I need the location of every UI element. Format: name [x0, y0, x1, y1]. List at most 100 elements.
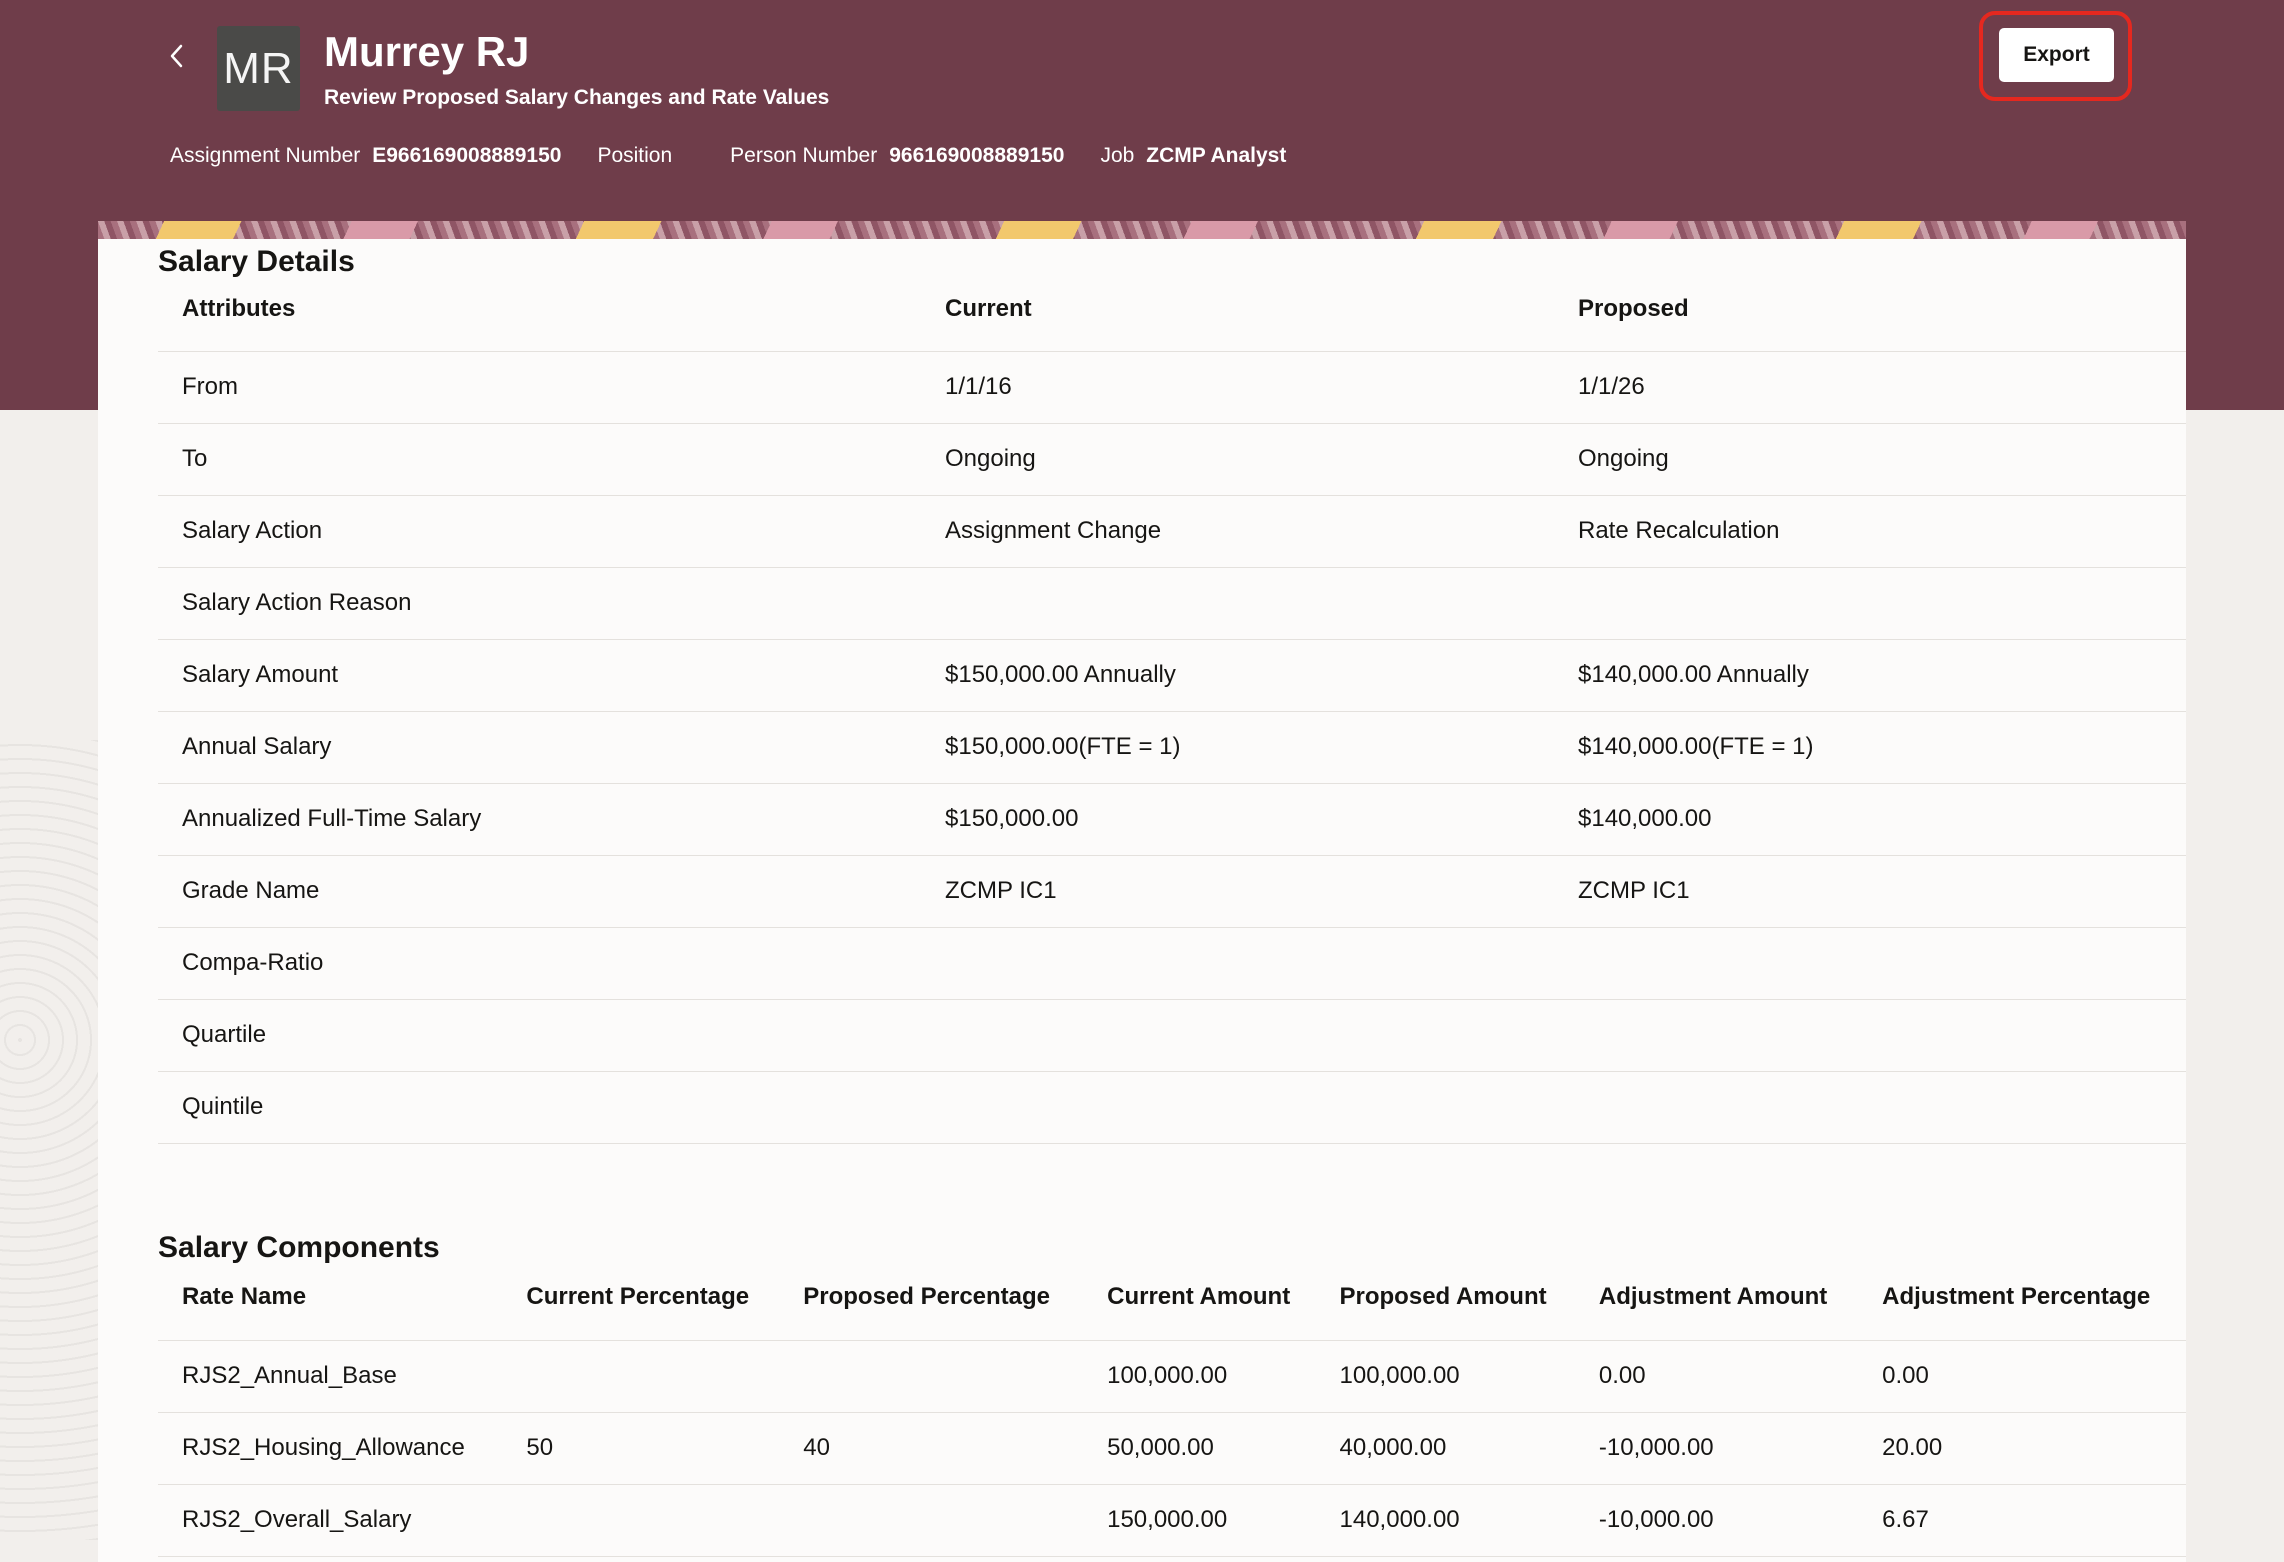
- meta-label: Job: [1100, 144, 1135, 167]
- column-header: Proposed: [1554, 259, 2186, 352]
- table-row: RJS2_Annual_Base 100,000.00 100,000.00 0.00…: [158, 1340, 2186, 1413]
- table-cell: Annual Salary: [158, 711, 921, 784]
- decorative-banner: [98, 221, 2186, 239]
- column-header: Rate Name: [158, 1248, 503, 1341]
- table-cell: 20.00: [1858, 1412, 2186, 1485]
- table-cell: 40,000.00: [1315, 1412, 1575, 1485]
- table-row: Grade Name ZCMP IC1 ZCMP IC1: [158, 855, 2186, 928]
- table-cell: 0.00: [1574, 1340, 1859, 1413]
- table-cell: [1554, 1071, 2186, 1144]
- table-cell: To: [158, 423, 921, 496]
- table-cell: [1554, 999, 2186, 1072]
- meta-job: Job ZCMP Analyst: [1100, 144, 1286, 168]
- table-header-row: Rate Name Current Percentage Proposed Perc…: [158, 1248, 2186, 1341]
- salary-details-table: Attributes Current Proposed From 1/1/16 1/…: [158, 259, 2186, 1144]
- table-cell: Quartile: [158, 999, 921, 1072]
- table-cell: Rate Recalculation: [1554, 495, 2186, 568]
- table-cell: [921, 999, 1554, 1072]
- export-button[interactable]: Export: [1999, 28, 2114, 82]
- column-header: Proposed Percentage: [779, 1248, 1084, 1341]
- table-cell: $140,000.00: [1554, 783, 2186, 856]
- meta-label: Position: [597, 144, 673, 167]
- table-cell: $150,000.00(FTE = 1): [921, 711, 1554, 784]
- table-cell: Salary Amount: [158, 639, 921, 712]
- salary-components-table: Rate Name Current Percentage Proposed Perc…: [158, 1248, 2186, 1557]
- table-row: Compa-Ratio: [158, 927, 2186, 1000]
- table-cell: 100,000.00: [1083, 1340, 1316, 1413]
- table-cell: $150,000.00 Annually: [921, 639, 1554, 712]
- column-header: Adjustment Percentage: [1858, 1248, 2186, 1341]
- table-row: Quintile: [158, 1071, 2186, 1144]
- table-row: Salary Action Reason: [158, 567, 2186, 640]
- table-cell: Ongoing: [921, 423, 1554, 496]
- meta-assignment-number: Assignment Number E966169008889150: [170, 144, 561, 168]
- table-row: Salary Action Assignment Change Rate Recal…: [158, 495, 2186, 568]
- table-header-row: Attributes Current Proposed: [158, 259, 2186, 352]
- page-subtitle: Review Proposed Salary Changes and Rate …: [324, 86, 830, 109]
- table-cell: Salary Action Reason: [158, 567, 921, 640]
- column-header: Adjustment Amount: [1574, 1248, 1859, 1341]
- meta-label: Person Number: [730, 144, 878, 167]
- table-cell: 6.67: [1858, 1484, 2186, 1557]
- content-card: Salary Details Attributes Current Propos…: [98, 221, 2186, 1562]
- meta-value: ZCMP Analyst: [1146, 144, 1287, 167]
- table-row: To Ongoing Ongoing: [158, 423, 2186, 496]
- table-cell: 0.00: [1858, 1340, 2186, 1413]
- table-cell: Quintile: [158, 1071, 921, 1144]
- meta-value: E966169008889150: [372, 144, 562, 167]
- column-header: Current Amount: [1083, 1248, 1316, 1341]
- table-cell: 1/1/26: [1554, 351, 2186, 424]
- table-cell: ZCMP IC1: [1554, 855, 2186, 928]
- table-row: Quartile: [158, 999, 2186, 1072]
- table-row: Salary Amount $150,000.00 Annually $140,00…: [158, 639, 2186, 712]
- table-cell: 50: [502, 1412, 780, 1485]
- column-header: Attributes: [158, 259, 921, 352]
- table-cell: [779, 1340, 1084, 1413]
- back-button[interactable]: [160, 36, 194, 76]
- table-row: RJS2_Housing_Allowance 50 40 50,000.00 40,00…: [158, 1412, 2186, 1485]
- column-header: Proposed Amount: [1315, 1248, 1575, 1341]
- table-cell: From: [158, 351, 921, 424]
- table-cell: [1554, 567, 2186, 640]
- table-row: From 1/1/16 1/1/26: [158, 351, 2186, 424]
- table-cell: RJS2_Overall_Salary: [158, 1484, 503, 1557]
- table-cell: Grade Name: [158, 855, 921, 928]
- chevron-left-icon: [170, 44, 183, 68]
- page-title: Murrey RJ: [324, 28, 530, 75]
- table-row: RJS2_Overall_Salary 150,000.00 140,000.00-…: [158, 1484, 2186, 1557]
- table-cell: [779, 1484, 1084, 1557]
- table-cell: 100,000.00: [1315, 1340, 1575, 1413]
- table-cell: -10,000.00: [1574, 1412, 1859, 1485]
- column-header: Current Percentage: [502, 1248, 780, 1341]
- meta-value: 966169008889150: [889, 144, 1065, 167]
- table-cell: ZCMP IC1: [921, 855, 1554, 928]
- table-cell: -10,000.00: [1574, 1484, 1859, 1557]
- table-cell: RJS2_Housing_Allowance: [158, 1412, 503, 1485]
- assignment-meta: Assignment Number E966169008889150 Posit…: [170, 144, 1322, 168]
- table-row: Annualized Full-Time Salary $150,000.00 $1…: [158, 783, 2186, 856]
- meta-person-number: Person Number 966169008889150: [730, 144, 1064, 168]
- table-cell: 50,000.00: [1083, 1412, 1316, 1485]
- table-cell: 140,000.00: [1315, 1484, 1575, 1557]
- avatar: MR: [217, 26, 300, 111]
- table-cell: [921, 1071, 1554, 1144]
- table-cell: Annualized Full-Time Salary: [158, 783, 921, 856]
- table-cell: Ongoing: [1554, 423, 2186, 496]
- column-header: Current: [921, 259, 1554, 352]
- table-cell: $140,000.00 Annually: [1554, 639, 2186, 712]
- table-cell: [921, 567, 1554, 640]
- table-row: Annual Salary $150,000.00(FTE = 1) $140,00…: [158, 711, 2186, 784]
- table-cell: 150,000.00: [1083, 1484, 1316, 1557]
- table-cell: [921, 927, 1554, 1000]
- meta-label: Assignment Number: [170, 144, 361, 167]
- table-cell: Compa-Ratio: [158, 927, 921, 1000]
- table-cell: [502, 1484, 780, 1557]
- table-cell: Salary Action: [158, 495, 921, 568]
- table-cell: $140,000.00(FTE = 1): [1554, 711, 2186, 784]
- meta-position: Position: [597, 144, 684, 168]
- table-cell: RJS2_Annual_Base: [158, 1340, 503, 1413]
- table-cell: 1/1/16: [921, 351, 1554, 424]
- table-cell: [1554, 927, 2186, 1000]
- table-cell: 40: [779, 1412, 1084, 1485]
- table-cell: [502, 1340, 780, 1413]
